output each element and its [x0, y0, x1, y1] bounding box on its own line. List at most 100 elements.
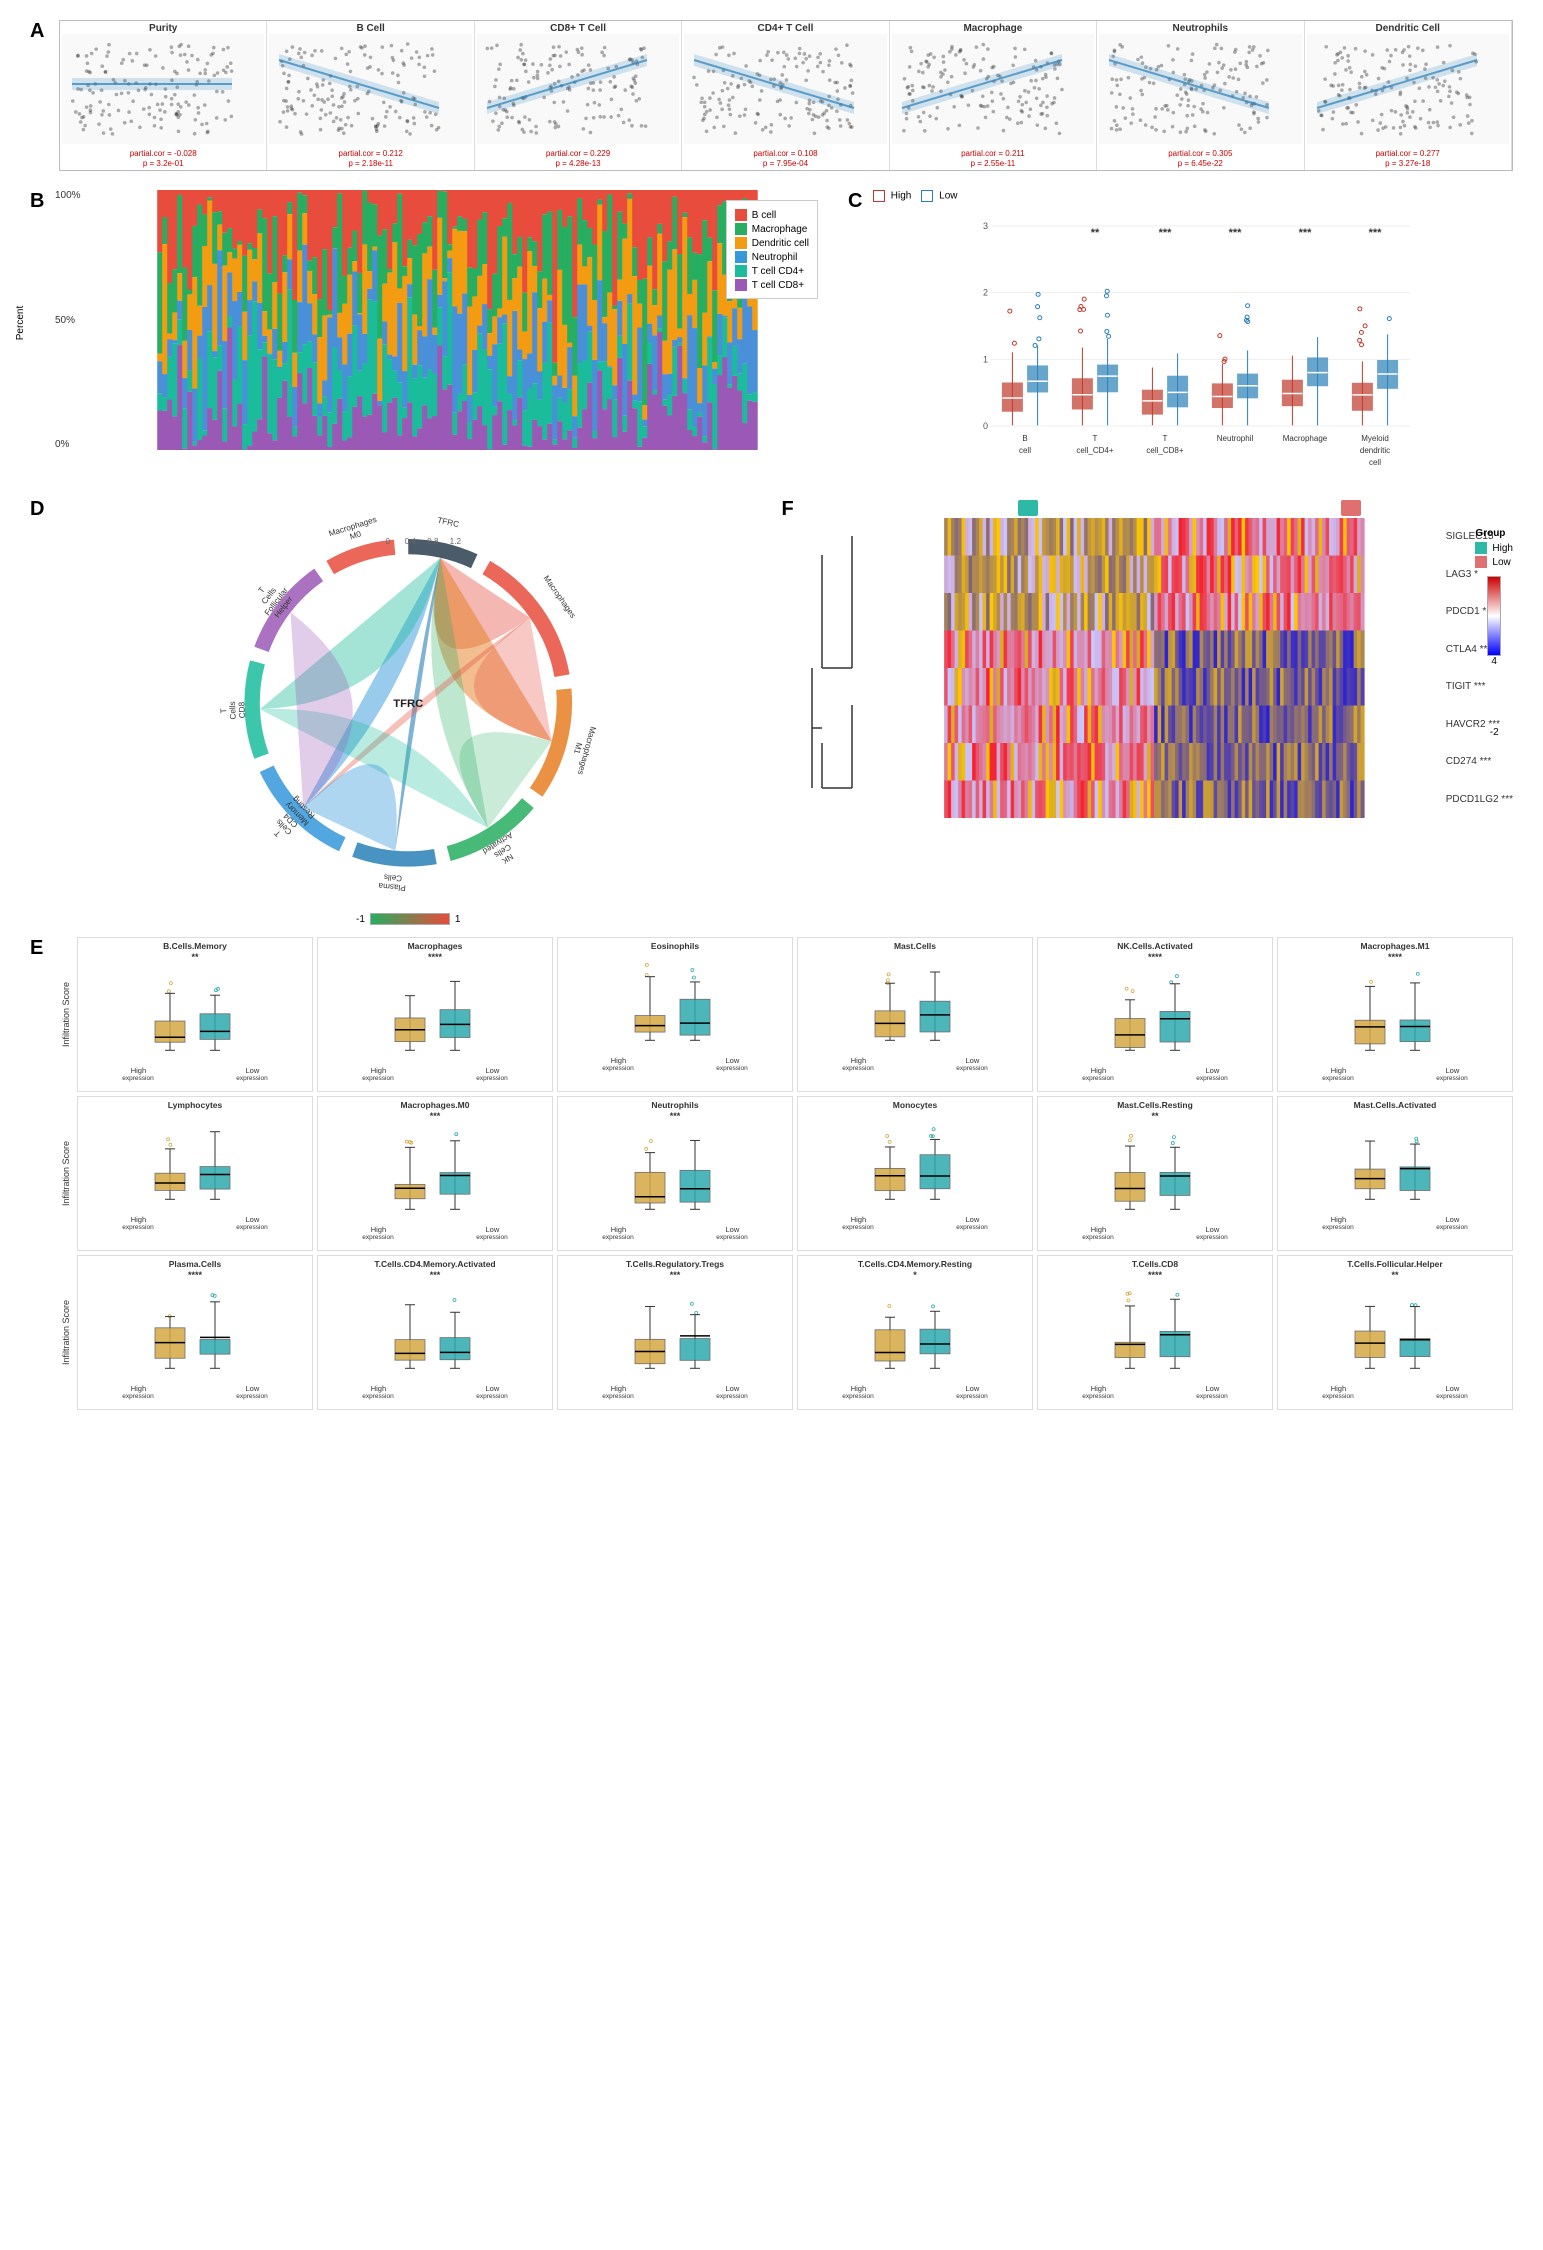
panel-a-corr-5: partial.cor = 0.305p = 6.45e-22	[1099, 149, 1301, 168]
svg-text:Macrophage: Macrophage	[1283, 434, 1328, 443]
panel-e-x-label-high-2-4: High	[1091, 1385, 1106, 1393]
panel-a-subplot-1: B Cellpartial.cor = 0.212p = 2.18e-11	[267, 21, 474, 170]
panel-e-x-labels-1-0: HighLow	[81, 1216, 309, 1224]
svg-text:2: 2	[983, 288, 988, 298]
panel-e-cell-title-2-3: T.Cells.CD4.Memory.Resting	[801, 1259, 1029, 1269]
panel-e-boxplot-svg-2-0	[81, 1280, 309, 1380]
panel-e-expr-labels-1-2: expressionexpression	[561, 1234, 789, 1241]
panel-e-sig-0-1: ****	[321, 952, 549, 962]
svg-text:cell: cell	[1369, 458, 1381, 467]
panel-e-cell-title-2-5: T.Cells.Follicular.Helper	[1281, 1259, 1509, 1269]
panel-e-sig-2-5: **	[1281, 1270, 1509, 1280]
panel-b-legend-item-b-cell: B cell	[735, 209, 809, 221]
panel-e-x-label-low-0-5: Low	[1446, 1067, 1460, 1075]
panel-d-chord-chart: TFRCMacrophagesMacrophagesM1NKCellsActiv…	[55, 498, 762, 928]
panel-e-x-label-low-1-2: Low	[726, 1226, 740, 1234]
panel-e-expr-labels-2-5: expressionexpression	[1281, 1393, 1509, 1400]
svg-text:3: 3	[983, 221, 988, 231]
panel-e-boxplot-svg-0-0	[81, 962, 309, 1062]
panel-c-chart: 0123Bcell**Tcell_CD4+***Tcell_CD8+***Neu…	[877, 206, 1513, 486]
panel-a-scatter-3	[684, 34, 886, 144]
panel-e-x-label-high-2-3: High	[851, 1385, 866, 1393]
panel-e-x-label-low-0-0: Low	[246, 1067, 260, 1075]
panel-f-high-label	[1018, 500, 1038, 516]
panel-e-expr-labels-1-4: expressionexpression	[1041, 1234, 1269, 1241]
svg-text:Macrophages: Macrophages	[542, 574, 578, 620]
panel-b-legend-item-neutrophil: Neutrophil	[735, 251, 809, 263]
panel-e-expr-labels-2-0: expressionexpression	[81, 1393, 309, 1400]
panel-e-x-label-low-1-1: Low	[486, 1226, 500, 1234]
panel-e-x-label-high-1-5: High	[1331, 1216, 1346, 1224]
panel-e-x-label-high-1-3: High	[851, 1216, 866, 1224]
panel-a-subplot-2: CD8+ T Cellpartial.cor = 0.229p = 4.28e-…	[475, 21, 682, 170]
svg-text:***: ***	[1369, 227, 1383, 239]
panel-e-cell-title-1-1: Macrophages.M0	[321, 1100, 549, 1110]
panel-e-expr-labels-0-3: expressionexpression	[801, 1065, 1029, 1072]
panel-e-cell-title-0-2: Eosinophils	[561, 941, 789, 951]
panel-f-color-legend: Group HighLow 4 -2	[1475, 528, 1513, 738]
panel-f-low-label	[1341, 500, 1361, 516]
panel-b-legend-item-t-cell-cd4+: T cell CD4+	[735, 265, 809, 277]
panel-e-sig-1-4: **	[1041, 1111, 1269, 1121]
panel-e-cell-title-0-3: Mast.Cells	[801, 941, 1029, 951]
panel-e-boxplot-svg-2-5	[1281, 1280, 1509, 1380]
panel-e-cell-title-1-3: Monocytes	[801, 1100, 1029, 1110]
panel-e-expr-labels-0-1: expressionexpression	[321, 1075, 549, 1082]
panel-e-boxplot-svg-0-4	[1041, 962, 1269, 1062]
panel-b-chart	[86, 190, 828, 450]
svg-text:MacrophagesM1: MacrophagesM1	[567, 723, 597, 776]
panel-e-cell-title-2-0: Plasma.Cells	[81, 1259, 309, 1269]
panel-a-corr-0: partial.cor = -0.028p = 3.2e-01	[62, 149, 264, 168]
panel-e-expr-labels-0-2: expressionexpression	[561, 1065, 789, 1072]
panel-e-cell-1-0: LymphocytesHighLowexpressionexpression	[77, 1096, 313, 1251]
panel-a-scatter-0	[62, 34, 264, 144]
svg-text:TFRC: TFRC	[393, 698, 423, 710]
svg-text:B: B	[1022, 434, 1027, 443]
panel-e-x-labels-0-4: HighLow	[1041, 1067, 1269, 1075]
panel-c-group-high: High	[891, 191, 912, 202]
svg-text:T: T	[1093, 434, 1098, 443]
panel-a-scatter-4	[892, 34, 1094, 144]
panel-e-y-label-2: Infiltration Score	[55, 1255, 77, 1410]
panel-e-x-labels-0-1: HighLow	[321, 1067, 549, 1075]
panel-e-x-labels-0-3: HighLow	[801, 1057, 1029, 1065]
panel-f-dendrogram	[807, 518, 867, 818]
panel-e-x-labels-0-2: HighLow	[561, 1057, 789, 1065]
panel-e-cell-title-0-4: NK.Cells.Activated	[1041, 941, 1269, 951]
panel-e-x-labels-2-0: HighLow	[81, 1385, 309, 1393]
panel-e-expr-labels-1-5: expressionexpression	[1281, 1224, 1509, 1231]
panel-a-subplot-3: CD4+ T Cellpartial.cor = 0.108p = 7.95e-…	[682, 21, 889, 170]
panel-e-boxplot-svg-1-0	[81, 1111, 309, 1211]
panel-b-legend-item-macrophage: Macrophage	[735, 223, 809, 235]
panel-e-x-label-high-0-2: High	[611, 1057, 626, 1065]
panel-e-x-label-high-0-5: High	[1331, 1067, 1346, 1075]
panel-e-expr-labels-2-3: expressionexpression	[801, 1393, 1029, 1400]
panel-e-x-label-low-0-4: Low	[1206, 1067, 1220, 1075]
panel-e-x-label-high-0-3: High	[851, 1057, 866, 1065]
panel-e-cell-1-4: Mast.Cells.Resting**HighLowexpressionexp…	[1037, 1096, 1273, 1251]
svg-text:TFRC: TFRC	[437, 516, 460, 530]
panel-e-x-label-high-2-2: High	[611, 1385, 626, 1393]
panel-e-boxplot-svg-2-2	[561, 1280, 789, 1380]
panel-e-x-label-high-1-4: High	[1091, 1226, 1106, 1234]
panel-f-group-labels	[867, 498, 1514, 516]
svg-text:T: T	[1163, 434, 1168, 443]
panel-a-scatter-6	[1307, 34, 1509, 144]
panel-e-x-labels-2-2: HighLow	[561, 1385, 789, 1393]
panel-e-expr-labels-1-1: expressionexpression	[321, 1234, 549, 1241]
svg-text:0: 0	[385, 537, 390, 546]
panel-e-sig-2-1: ***	[321, 1270, 549, 1280]
svg-text:0.8: 0.8	[427, 537, 439, 546]
panel-e-x-labels-1-1: HighLow	[321, 1226, 549, 1234]
panel-e-x-label-high-2-5: High	[1331, 1385, 1346, 1393]
panel-e-cell-title-0-1: Macrophages	[321, 941, 549, 951]
panel-e-y-label-text-2: Infiltration Score	[61, 1300, 71, 1365]
panel-e-cell-title-2-4: T.Cells.CD8	[1041, 1259, 1269, 1269]
panel-d-label: D	[30, 498, 50, 521]
panel-e-sig-1-2: ***	[561, 1111, 789, 1121]
panel-e-x-labels-0-5: High Low	[1281, 1067, 1509, 1075]
panel-b-y-ticks: 100% 50% 0%	[55, 190, 81, 450]
svg-text:**: **	[1091, 227, 1100, 239]
panel-f-gene-cd274: CD274 ***	[1446, 743, 1513, 781]
svg-text:cell: cell	[1019, 446, 1031, 455]
